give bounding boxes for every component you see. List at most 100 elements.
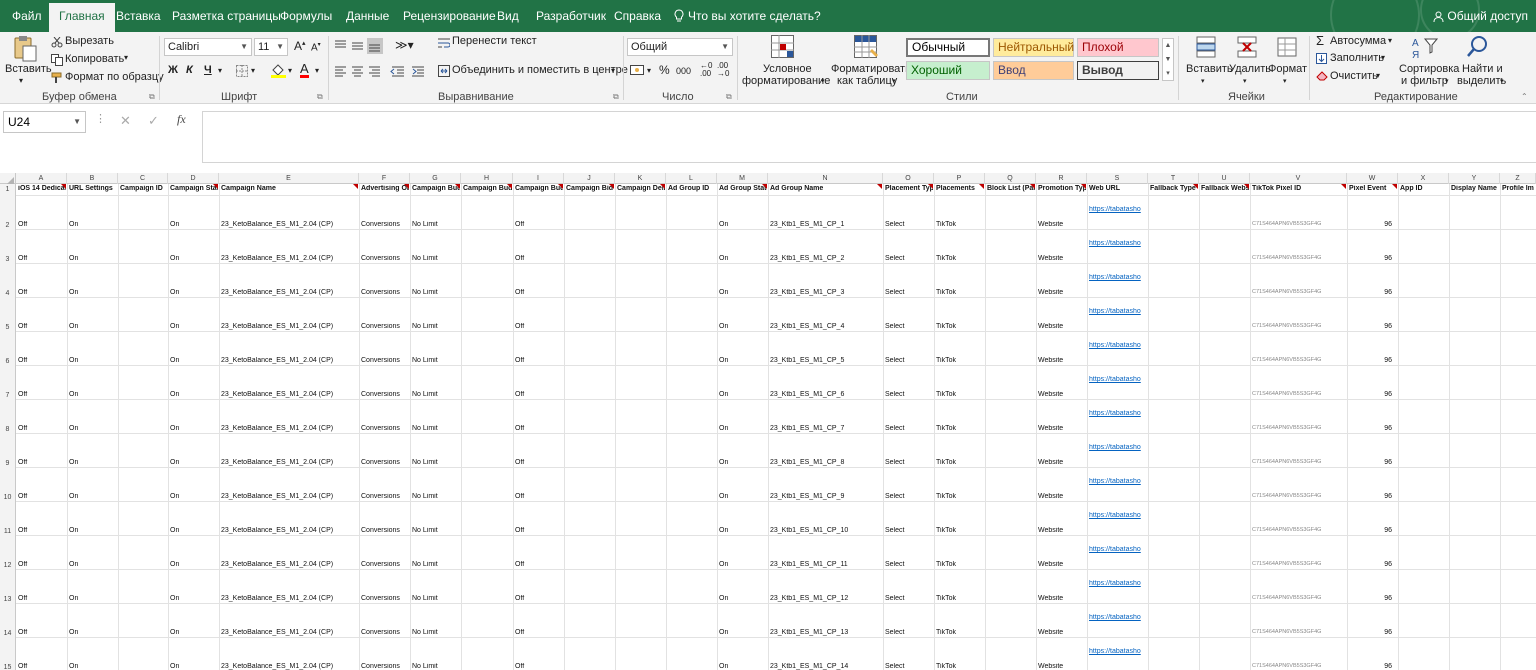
data-cell[interactable]: On [719, 527, 767, 536]
data-cell[interactable]: Conversions [361, 629, 409, 638]
ad-group-name-cell[interactable]: 23_Ktb1_ES_M1_CP_2 [770, 255, 882, 264]
style-good[interactable]: Хороший [906, 61, 990, 80]
data-cell[interactable]: Off [515, 289, 563, 298]
formula-input[interactable] [202, 111, 1536, 163]
row-header[interactable]: 8 [0, 400, 16, 434]
data-cell[interactable]: TikTok [936, 527, 984, 536]
data-cell[interactable]: Website [1038, 357, 1086, 366]
pixel-id-cell[interactable]: C71S464APN6VB5S3GF4G [1252, 663, 1346, 670]
data-cell[interactable]: Off [18, 323, 66, 332]
data-cell[interactable]: On [719, 323, 767, 332]
copy-dropdown-icon[interactable]: ▾ [124, 53, 128, 62]
pixel-event-cell[interactable]: 96 [1349, 323, 1392, 332]
ad-group-name-cell[interactable]: 23_Ktb1_ES_M1_CP_4 [770, 323, 882, 332]
data-cell[interactable]: No Limit [412, 425, 460, 434]
tab-formulas[interactable]: Формулы [280, 0, 332, 32]
insert-function-button[interactable]: fx [177, 112, 186, 127]
data-cell[interactable]: 23_KetoBalance_ES_M1_2.04 (CP) [221, 323, 358, 332]
data-cell[interactable]: Off [18, 459, 66, 468]
ad-group-name-cell[interactable]: 23_Ktb1_ES_M1_CP_14 [770, 663, 882, 670]
header-cell[interactable]: Campaign Bud [463, 185, 512, 195]
row-header[interactable]: 6 [0, 332, 16, 366]
data-cell[interactable]: Off [18, 289, 66, 298]
data-cell[interactable]: No Limit [412, 595, 460, 604]
data-cell[interactable]: Select [885, 561, 933, 570]
data-cell[interactable]: On [719, 629, 767, 638]
pixel-event-cell[interactable]: 96 [1349, 629, 1392, 638]
style-neutral[interactable]: Нейтральный [993, 38, 1074, 57]
data-cell[interactable]: Conversions [361, 493, 409, 502]
column-header-p[interactable]: P [934, 173, 985, 184]
data-cell[interactable]: Select [885, 527, 933, 536]
header-cell[interactable]: Fallback Type [1150, 185, 1198, 195]
data-cell[interactable]: No Limit [412, 663, 460, 670]
column-header-z[interactable]: Z [1500, 173, 1536, 184]
pixel-id-cell[interactable]: C71S464APN6VB5S3GF4G [1252, 459, 1346, 468]
data-cell[interactable]: On [69, 221, 117, 230]
share-button[interactable]: Общий доступ [1433, 0, 1528, 32]
percent-button[interactable]: % [659, 63, 670, 77]
tab-insert[interactable]: Вставка [116, 0, 161, 32]
data-cell[interactable]: 23_KetoBalance_ES_M1_2.04 (CP) [221, 425, 358, 434]
row-header[interactable]: 2 [0, 196, 16, 230]
data-cell[interactable]: No Limit [412, 493, 460, 502]
tab-developer[interactable]: Разработчик [536, 0, 606, 32]
pixel-id-cell[interactable]: C71S464APN6VB5S3GF4G [1252, 527, 1346, 536]
vertical-align-icons[interactable] [334, 38, 384, 54]
data-cell[interactable]: 23_KetoBalance_ES_M1_2.04 (CP) [221, 663, 358, 670]
fill-color-icon[interactable] [271, 63, 286, 78]
ad-group-name-cell[interactable]: 23_Ktb1_ES_M1_CP_6 [770, 391, 882, 400]
column-header-s[interactable]: S [1087, 173, 1148, 184]
data-cell[interactable]: On [69, 357, 117, 366]
find-dropdown-icon[interactable]: ▾ [1500, 77, 1504, 85]
borders-icon[interactable] [236, 65, 248, 77]
data-cell[interactable]: On [719, 357, 767, 366]
shrink-font-button[interactable]: A▾ [311, 41, 321, 53]
pixel-event-cell[interactable]: 96 [1349, 493, 1392, 502]
format-dropdown-icon[interactable]: ▾ [1283, 77, 1287, 85]
pixel-id-cell[interactable]: C71S464APN6VB5S3GF4G [1252, 255, 1346, 264]
data-cell[interactable]: Off [515, 561, 563, 570]
pixel-event-cell[interactable]: 96 [1349, 391, 1392, 400]
horizontal-align-icons[interactable] [334, 65, 429, 77]
tab-help[interactable]: Справка [614, 0, 661, 32]
data-cell[interactable]: Conversions [361, 221, 409, 230]
data-cell[interactable]: 23_KetoBalance_ES_M1_2.04 (CP) [221, 629, 358, 638]
ad-group-name-cell[interactable]: 23_Ktb1_ES_M1_CP_7 [770, 425, 882, 434]
data-cell[interactable]: On [170, 527, 218, 536]
data-cell[interactable]: On [719, 459, 767, 468]
row-header[interactable]: 5 [0, 298, 16, 332]
merge-dropdown-icon[interactable]: ▾ [611, 66, 615, 75]
data-cell[interactable]: Off [18, 595, 66, 604]
data-cell[interactable]: On [170, 323, 218, 332]
pixel-event-cell[interactable]: 96 [1349, 663, 1392, 670]
data-cell[interactable]: No Limit [412, 255, 460, 264]
data-cell[interactable]: On [69, 493, 117, 502]
data-cell[interactable]: TikTok [936, 459, 984, 468]
conditional-formatting-label2[interactable]: форматирование [742, 75, 830, 87]
copy-button[interactable]: Копировать [65, 53, 124, 65]
header-cell[interactable]: Campaign Bud [412, 185, 460, 195]
format-cells-button[interactable]: Формат [1268, 63, 1307, 75]
data-cell[interactable]: Select [885, 493, 933, 502]
data-cell[interactable]: TikTok [936, 493, 984, 502]
tab-review[interactable]: Рецензирование [403, 0, 496, 32]
underline-button[interactable]: Ч [204, 64, 212, 76]
pixel-event-cell[interactable]: 96 [1349, 289, 1392, 298]
web-url-link[interactable]: https://tabatasho [1089, 274, 1147, 283]
data-cell[interactable]: No Limit [412, 561, 460, 570]
row-header[interactable]: 14 [0, 604, 16, 638]
bold-button[interactable]: Ж [168, 64, 178, 76]
header-cell[interactable]: Web URL [1089, 185, 1147, 195]
data-cell[interactable]: On [719, 255, 767, 264]
format-table-dropdown-icon[interactable]: ▾ [892, 77, 896, 85]
row-header[interactable]: 4 [0, 264, 16, 298]
data-cell[interactable]: Website [1038, 255, 1086, 264]
data-cell[interactable]: TikTok [936, 595, 984, 604]
web-url-link[interactable]: https://tabatasho [1089, 580, 1147, 589]
fill-button[interactable]: Заполнить [1330, 52, 1384, 64]
tab-view[interactable]: Вид [497, 0, 519, 32]
web-url-link[interactable]: https://tabatasho [1089, 308, 1147, 317]
data-cell[interactable]: TikTok [936, 663, 984, 670]
data-cell[interactable]: On [170, 289, 218, 298]
